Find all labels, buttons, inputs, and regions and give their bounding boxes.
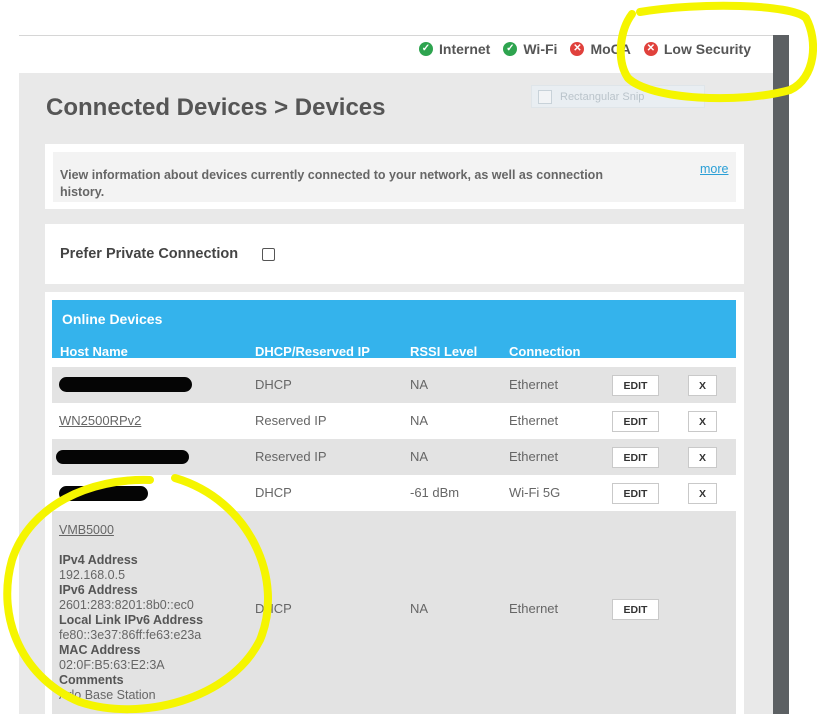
table-row: Reserved IP NA Ethernet EDIT X [52, 439, 736, 475]
connection-cell: Wi-Fi 5G [509, 485, 561, 500]
more-link[interactable]: more [700, 162, 728, 176]
link-local-value: fe80::3e37:86ff:fe63:e23a [59, 628, 202, 642]
connection-cell: Ethernet [509, 413, 559, 428]
table-row-expanded: VMB5000 IPv4 Address 192.168.0.5 IPv6 Ad… [52, 511, 736, 714]
comments-value: Arlo Base Station [59, 688, 156, 702]
status-security[interactable]: ✕ Low Security [643, 41, 752, 57]
ip-type-cell: DHCP [255, 377, 292, 392]
delete-button[interactable]: X [688, 411, 717, 432]
ip-type-cell: DHCP [255, 601, 292, 616]
mac-label: MAC Address [59, 643, 141, 657]
ipv6-label: IPv6 Address [59, 583, 138, 597]
delete-button[interactable]: X [688, 447, 717, 468]
redacted-hostname [56, 450, 189, 464]
delete-button[interactable]: X [688, 375, 717, 396]
status-label: MoCA [590, 41, 631, 57]
status-bar: ✓ Internet ✓ Wi-Fi ✕ MoCA ✕ Low Security [419, 40, 751, 58]
redacted-hostname [59, 377, 192, 392]
snip-label: Rectangular Snip [560, 90, 645, 103]
ip-type-cell: DHCP [255, 485, 292, 500]
redacted-hostname [59, 486, 148, 501]
page-title: Connected Devices > Devices [46, 94, 386, 121]
rssi-cell: NA [410, 601, 429, 616]
edit-button[interactable]: EDIT [612, 375, 659, 396]
device-details: VMB5000 IPv4 Address 192.168.0.5 IPv6 Ad… [59, 523, 203, 703]
edit-button[interactable]: EDIT [612, 411, 659, 432]
connection-cell: Ethernet [509, 449, 559, 464]
online-devices-header: Online Devices Host Name DHCP/Reserved I… [52, 300, 736, 359]
rssi-cell: -61 dBm [410, 485, 460, 500]
check-circle-icon: ✓ [419, 42, 433, 56]
ipv4-value: 192.168.0.5 [59, 568, 126, 582]
column-connection: Connection [509, 344, 581, 359]
table-row: DHCP -61 dBm Wi-Fi 5G EDIT X [52, 475, 736, 511]
link-local-label: Local Link IPv6 Address [59, 613, 204, 627]
check-circle-icon: ✓ [503, 42, 518, 56]
rssi-cell: NA [410, 413, 429, 428]
ipv4-label: IPv4 Address [59, 553, 138, 567]
x-circle-icon: ✕ [643, 42, 658, 56]
online-devices-panel: Online Devices Host Name DHCP/Reserved I… [45, 292, 744, 714]
prefer-private-connection-label: Prefer Private Connection [60, 246, 239, 262]
column-rssi: RSSI Level [410, 344, 478, 359]
host-name-link[interactable]: VMB5000 [59, 523, 203, 538]
status-label: Internet [439, 41, 491, 57]
column-ip-type: DHCP/Reserved IP [255, 344, 370, 359]
status-moca[interactable]: ✕ MoCA [570, 41, 631, 57]
comments-label: Comments [59, 673, 124, 687]
status-internet[interactable]: ✓ Internet [419, 41, 490, 57]
status-label: Low Security [663, 41, 752, 57]
status-wifi[interactable]: ✓ Wi-Fi [503, 41, 557, 57]
info-panel: View information about devices currently… [45, 144, 744, 209]
status-label: Wi-Fi [523, 41, 558, 57]
snip-icon [538, 89, 552, 104]
prefer-private-connection-checkbox[interactable] [262, 248, 275, 261]
scrollbar[interactable] [773, 35, 789, 714]
rssi-cell: NA [410, 449, 429, 464]
table-row: WN2500RPv2 Reserved IP NA Ethernet EDIT … [52, 403, 736, 439]
info-text: View information about devices currently… [60, 168, 603, 199]
top-divider [19, 35, 777, 36]
delete-button[interactable]: X [688, 483, 717, 504]
preferences-panel: Prefer Private Connection [45, 224, 744, 284]
rssi-cell: NA [410, 377, 429, 392]
info-box: View information about devices currently… [53, 152, 736, 202]
edit-button[interactable]: EDIT [612, 483, 659, 504]
online-devices-title: Online Devices [62, 311, 163, 327]
connection-cell: Ethernet [509, 377, 559, 392]
connection-cell: Ethernet [509, 601, 559, 616]
x-circle-icon: ✕ [570, 42, 585, 56]
edit-button[interactable]: EDIT [612, 599, 659, 620]
column-host-name: Host Name [60, 344, 128, 359]
mac-value: 02:0F:B5:63:E2:3A [59, 658, 165, 672]
ip-type-cell: Reserved IP [255, 449, 327, 464]
snip-tool-overlay: Rectangular Snip [531, 85, 705, 108]
edit-button[interactable]: EDIT [612, 447, 659, 468]
ip-type-cell: Reserved IP [255, 413, 327, 428]
host-name-link[interactable]: WN2500RPv2 [59, 413, 141, 428]
table-row: DHCP NA Ethernet EDIT X [52, 367, 736, 403]
ipv6-value: 2601:283:8201:8b0::ec0 [59, 598, 194, 612]
